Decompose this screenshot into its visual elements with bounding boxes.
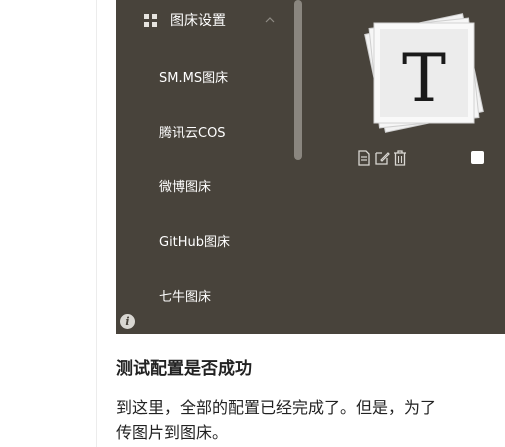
paragraph-line: 传图片到图床。: [116, 423, 229, 442]
sidebar-item-weibo[interactable]: 微博图床: [116, 168, 292, 208]
section-heading: 测试配置是否成功: [116, 359, 252, 379]
scrollbar-thumb[interactable]: [294, 0, 302, 160]
app-screenshot: 图床设置 SM.MS图床 腾讯云COS 微博图床 GitHub图床 七牛图床 T…: [116, 0, 505, 334]
chevron-up-icon[interactable]: [264, 14, 276, 26]
sidebar-item-qiniu[interactable]: 七牛图床: [116, 278, 292, 318]
paragraph-line: 到这里，全部的配置已经完成了。但是，为了: [116, 398, 437, 417]
sidebar-item-label: 微博图床: [159, 180, 212, 195]
sidebar-item-github[interactable]: GitHub图床: [116, 223, 292, 263]
info-icon[interactable]: i: [120, 314, 135, 329]
body-paragraph: 到这里，全部的配置已经完成了。但是，为了 传图片到图床。: [116, 395, 505, 445]
content-border: [96, 0, 97, 447]
sidebar-item-smms[interactable]: SM.MS图床: [116, 59, 292, 99]
sidebar-item-label: 七牛图床: [159, 290, 212, 305]
sidebar-item-label: 腾讯云COS: [159, 126, 226, 141]
trash-icon[interactable]: [393, 150, 407, 166]
typora-logo: T: [364, 13, 484, 133]
edit-icon[interactable]: [374, 150, 390, 166]
logo-letter: T: [402, 40, 446, 117]
sidebar: 图床设置 SM.MS图床 腾讯云COS 微博图床 GitHub图床 七牛图床: [116, 0, 292, 334]
document-icon[interactable]: [357, 150, 371, 166]
select-checkbox[interactable]: [471, 151, 484, 164]
page: 图床设置 SM.MS图床 腾讯云COS 微博图床 GitHub图床 七牛图床 T…: [0, 0, 505, 447]
sidebar-item-label: SM.MS图床: [159, 71, 229, 86]
sidebar-group-label: 图床设置: [170, 13, 226, 29]
sidebar-item-label: GitHub图床: [159, 235, 231, 250]
sidebar-item-tencent-cos[interactable]: 腾讯云COS: [116, 114, 292, 154]
sidebar-group-image-host-settings[interactable]: 图床设置: [116, 0, 292, 42]
grid-icon: [144, 14, 158, 28]
